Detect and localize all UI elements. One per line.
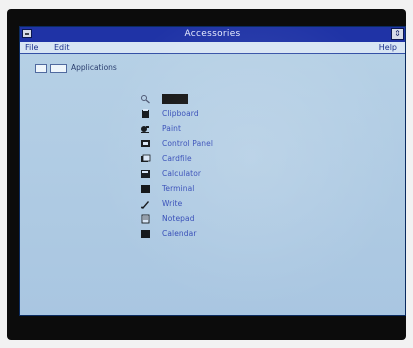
drive-button[interactable]: [35, 64, 47, 73]
maximize-button[interactable]: ⇕: [391, 28, 404, 40]
list-item[interactable]: Write: [140, 198, 290, 210]
window-title: Accessories: [184, 29, 241, 39]
folder-button[interactable]: [50, 64, 67, 73]
list-item[interactable]: Notepad: [140, 213, 290, 225]
terminal-icon: [141, 185, 150, 193]
list-item[interactable]: Control Panel: [140, 138, 290, 150]
clipboard-icon: [142, 109, 149, 118]
list-item[interactable]: Clipboard: [140, 108, 290, 120]
control-panel-icon: [141, 140, 150, 147]
list-item[interactable]: [140, 93, 290, 105]
calculator-icon: [141, 170, 150, 178]
menu-help[interactable]: Help: [376, 43, 400, 52]
list-item[interactable]: Calendar: [140, 228, 290, 240]
item-label: Paint: [162, 124, 182, 133]
menu-file[interactable]: File: [22, 43, 41, 52]
calendar-icon: [141, 230, 150, 238]
write-icon: [141, 201, 149, 209]
item-label: Notepad: [162, 214, 195, 223]
search-icon: [141, 95, 150, 104]
item-label: Control Panel: [162, 139, 214, 148]
item-label: Clipboard: [162, 109, 199, 118]
menu-bar: File Edit Help: [20, 42, 405, 54]
item-label: Calendar: [162, 229, 197, 238]
screen: Accessories ⇕ File Edit Help Application…: [19, 26, 406, 316]
item-label: Write: [162, 199, 183, 208]
selected-entry[interactable]: [162, 94, 188, 104]
list-item[interactable]: Terminal: [140, 183, 290, 195]
item-label: Terminal: [162, 184, 195, 193]
system-menu-icon[interactable]: [22, 29, 32, 38]
list-item[interactable]: Paint: [140, 123, 290, 135]
title-bar: Accessories ⇕: [20, 27, 405, 42]
item-label: Calculator: [162, 169, 202, 178]
paint-icon: [141, 126, 149, 133]
item-label: Cardfile: [162, 154, 192, 163]
cardfile-icon: [141, 154, 151, 162]
notepad-icon: [141, 214, 150, 224]
list-item[interactable]: Cardfile: [140, 153, 290, 165]
path-label: Applications: [71, 63, 117, 72]
menu-edit[interactable]: Edit: [51, 43, 73, 52]
list-item[interactable]: Calculator: [140, 168, 290, 180]
